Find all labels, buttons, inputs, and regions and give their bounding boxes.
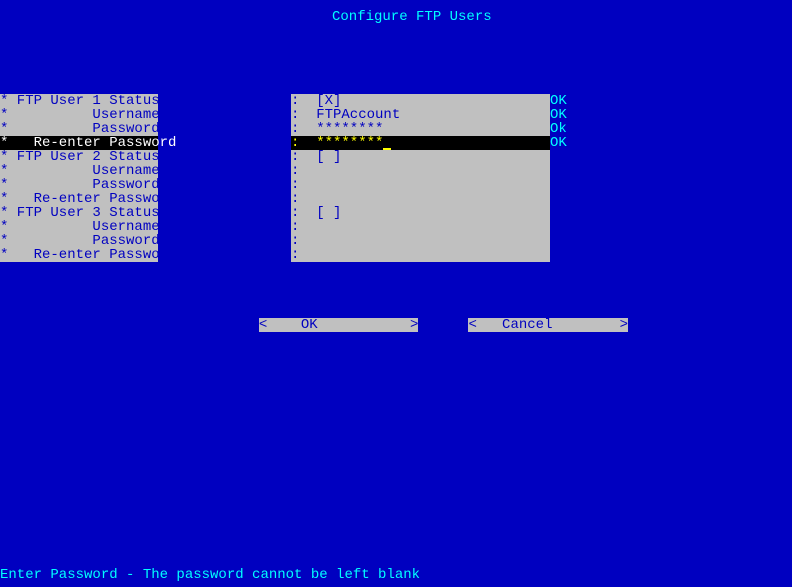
gap [158,248,291,262]
field-value[interactable]: : [ ] [291,150,550,164]
gap [158,108,291,122]
status-ok: OK [550,108,567,122]
status-bar: Enter Password - The password cannot be … [0,568,420,582]
field-label: * Re-enter Password [0,136,158,150]
form-row[interactable]: * FTP User 2 Status : [ ] [0,150,567,164]
gap [158,220,291,234]
field-value[interactable]: : [291,234,550,248]
form-row[interactable]: * Re-enter Password : [0,192,567,206]
gap [158,234,291,248]
field-label: * Password [0,234,158,248]
field-label: * FTP User 2 Status [0,150,158,164]
field-value[interactable]: : [291,220,550,234]
gap [158,192,291,206]
field-label: * Username [0,220,158,234]
field-value[interactable]: : [291,178,550,192]
ok-button[interactable]: < OK > [259,318,419,332]
status-ok: OK [550,136,567,150]
field-value[interactable]: : [ ] [291,206,550,220]
field-value[interactable]: : [291,192,550,206]
gap [158,150,291,164]
form-area: * FTP User 1 Status : [X] OK* Username :… [0,94,567,262]
status-ok: OK [550,94,567,108]
field-value[interactable]: : ******** [291,136,550,150]
button-row: < OK > < Cancel > [0,304,792,332]
form-row[interactable]: * Password : [0,234,567,248]
form-row[interactable]: * Re-enter Password : ******** OK [0,136,567,150]
field-label: * Username [0,164,158,178]
field-label: * Username [0,108,158,122]
field-value[interactable]: : ******** [291,122,550,136]
gap [158,206,291,220]
form-row[interactable]: * Re-enter Password : [0,248,567,262]
field-value[interactable]: : [291,248,550,262]
field-label: * Re-enter Password [0,192,158,206]
form-row[interactable]: * Username : FTPAccount OK [0,108,567,122]
gap [158,178,291,192]
field-label: * Password [0,178,158,192]
status-ok: Ok [550,122,567,136]
header-bar: Configure FTP Users [0,0,792,52]
cancel-button[interactable]: < Cancel > [468,318,628,332]
field-value[interactable]: : [X] [291,94,550,108]
field-label: * FTP User 3 Status [0,206,158,220]
page-title: Configure FTP Users [332,10,492,24]
gap [158,94,291,108]
field-label: * FTP User 1 Status [0,94,158,108]
form-row[interactable]: * Password : [0,178,567,192]
gap [158,122,291,136]
field-value[interactable]: : [291,164,550,178]
field-label: * Re-enter Password [0,248,158,262]
form-row[interactable]: * Username : [0,220,567,234]
gap [158,136,291,150]
form-row[interactable]: * FTP User 1 Status : [X] OK [0,94,567,108]
gap [158,164,291,178]
form-row[interactable]: * Password : ******** Ok [0,122,567,136]
field-value[interactable]: : FTPAccount [291,108,550,122]
field-label: * Password [0,122,158,136]
form-row[interactable]: * Username : [0,164,567,178]
form-row[interactable]: * FTP User 3 Status : [ ] [0,206,567,220]
